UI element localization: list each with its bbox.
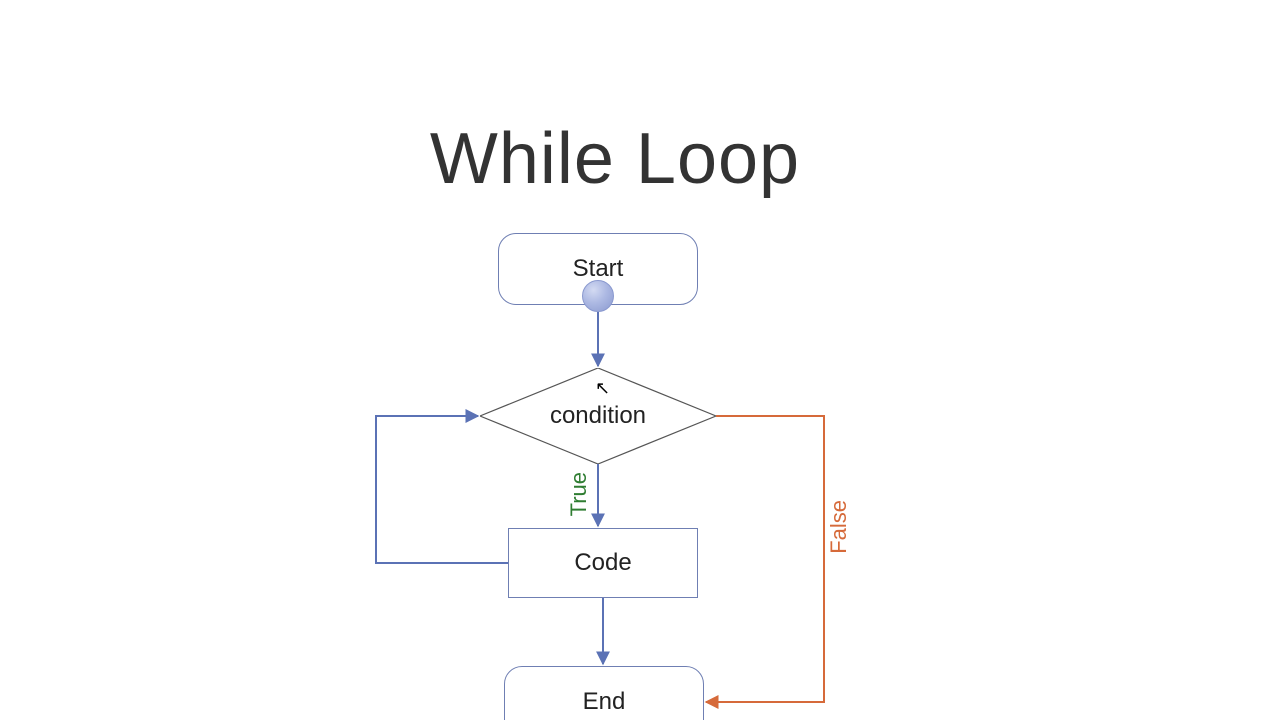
diagram-title: While Loop (0, 118, 1230, 200)
edge-false-to-end (706, 416, 824, 702)
edge-label-true: True (566, 472, 592, 516)
node-code: Code (508, 528, 698, 598)
diagram-canvas: While Loop Start condition Code End True… (0, 0, 1280, 720)
node-condition: condition (480, 368, 716, 464)
node-code-label: Code (574, 549, 631, 577)
node-start-label: Start (573, 255, 624, 283)
connectors (0, 0, 1280, 720)
node-end: End (504, 666, 704, 720)
node-condition-label: condition (550, 402, 646, 430)
edge-label-false: False (826, 500, 852, 554)
node-end-label: End (583, 688, 626, 716)
connector-dot (582, 280, 614, 312)
